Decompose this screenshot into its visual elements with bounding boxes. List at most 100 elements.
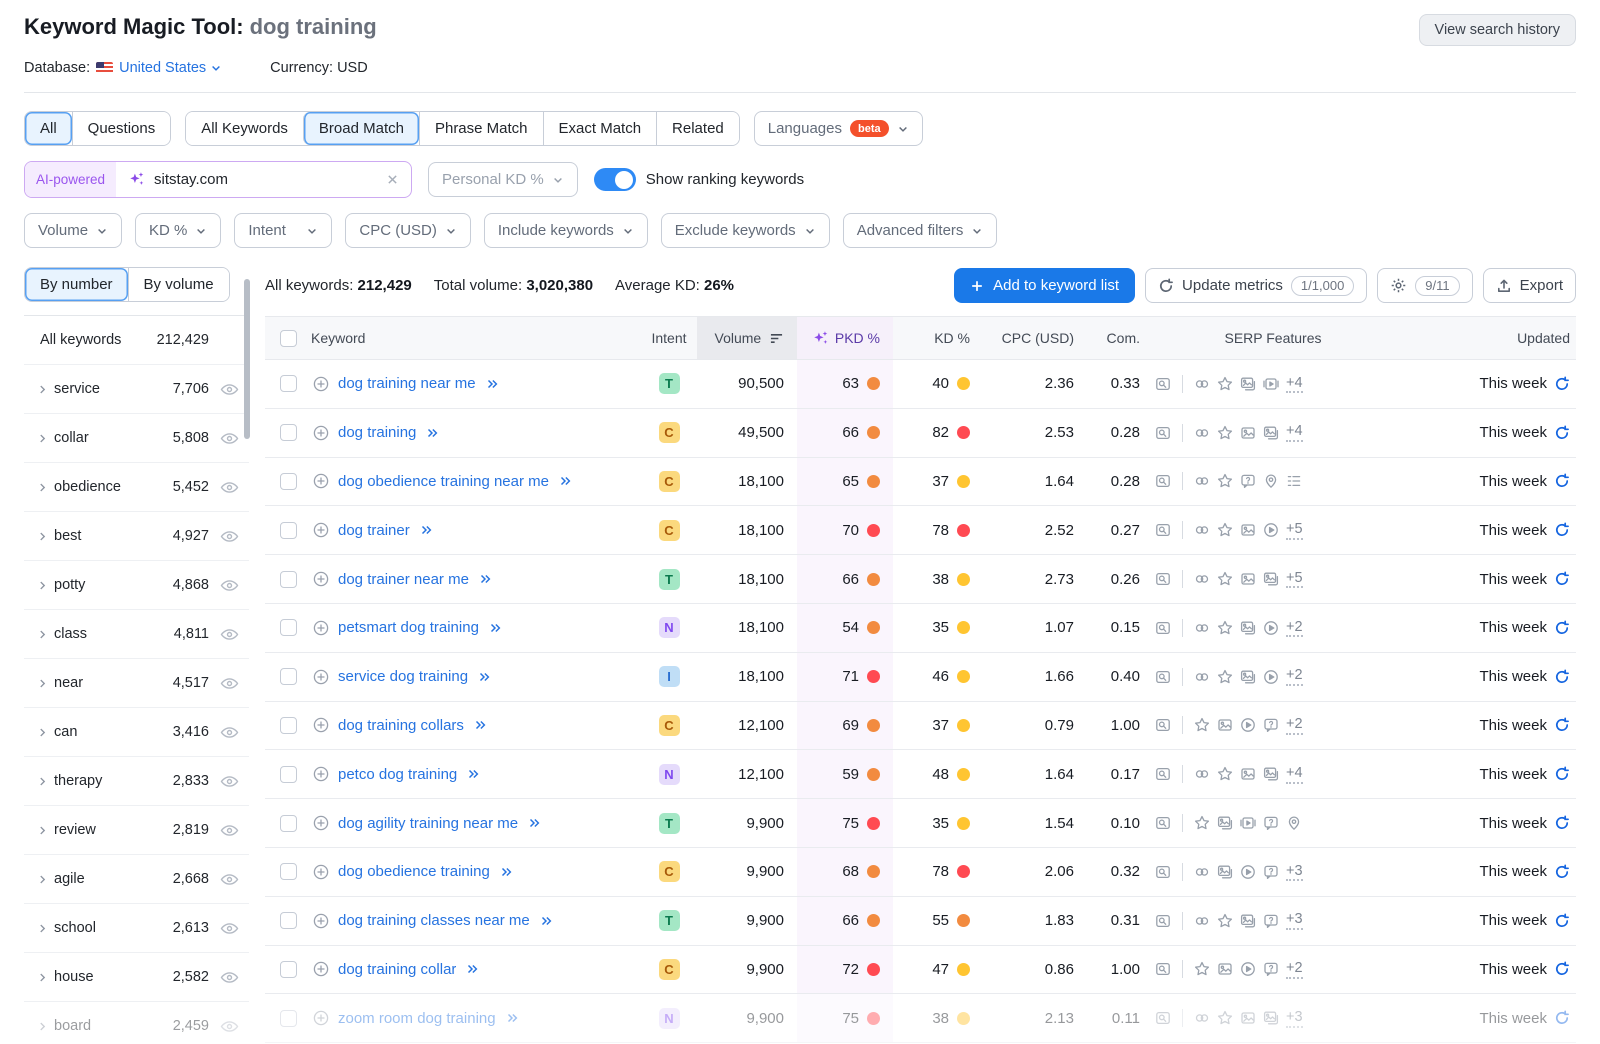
add-keyword-icon[interactable]: [313, 717, 329, 733]
open-keyword-icon[interactable]: [419, 523, 433, 537]
refresh-icon[interactable]: [1554, 522, 1570, 538]
serp-preview-icon[interactable]: [1155, 766, 1171, 782]
keyword-group-row[interactable]: agile2,668: [24, 855, 249, 904]
settings-button[interactable]: 9/11: [1377, 268, 1472, 303]
keyword-group-row[interactable]: therapy2,833: [24, 757, 249, 806]
eye-icon[interactable]: [209, 578, 249, 593]
keyword-link[interactable]: service dog training: [338, 668, 468, 685]
eye-icon[interactable]: [209, 529, 249, 544]
select-all-checkbox[interactable]: [280, 330, 297, 347]
serp-preview-icon[interactable]: [1155, 815, 1171, 831]
eye-icon[interactable]: [209, 823, 249, 838]
serp-preview-icon[interactable]: [1155, 376, 1171, 392]
keyword-link[interactable]: zoom room dog training: [338, 1010, 496, 1027]
tab-all-keywords[interactable]: All Keywords: [186, 112, 303, 145]
row-checkbox[interactable]: [280, 912, 297, 929]
keyword-group-row[interactable]: collar5,808: [24, 414, 249, 463]
add-keyword-icon[interactable]: [313, 766, 329, 782]
serp-preview-icon[interactable]: [1155, 571, 1171, 587]
refresh-icon[interactable]: [1554, 376, 1570, 392]
eye-icon[interactable]: [209, 382, 249, 397]
tab-all[interactable]: All: [25, 112, 72, 145]
show-ranking-keywords-toggle[interactable]: [594, 168, 636, 191]
eye-icon[interactable]: [209, 627, 249, 642]
tab-broad-match[interactable]: Broad Match: [303, 112, 419, 145]
eye-icon[interactable]: [209, 921, 249, 936]
search-input[interactable]: sitstay.com: [116, 171, 411, 188]
group-label[interactable]: agile: [54, 871, 151, 887]
refresh-icon[interactable]: [1554, 864, 1570, 880]
serp-preview-icon[interactable]: [1155, 717, 1171, 733]
add-keyword-icon[interactable]: [313, 669, 329, 685]
group-label[interactable]: house: [54, 969, 151, 985]
refresh-icon[interactable]: [1554, 620, 1570, 636]
refresh-icon[interactable]: [1554, 815, 1570, 831]
tab-phrase-match[interactable]: Phrase Match: [419, 112, 543, 145]
col-com[interactable]: Com.: [1087, 317, 1153, 359]
keyword-link[interactable]: petco dog training: [338, 766, 457, 783]
keyword-group-row[interactable]: can3,416: [24, 708, 249, 757]
keyword-link[interactable]: dog trainer: [338, 522, 410, 539]
filter-volume[interactable]: Volume: [24, 213, 122, 248]
serp-preview-icon[interactable]: [1155, 864, 1171, 880]
database-select[interactable]: United States: [119, 60, 222, 76]
keyword-group-row[interactable]: potty4,868: [24, 561, 249, 610]
row-checkbox[interactable]: [280, 668, 297, 685]
serp-more-count[interactable]: +2: [1286, 619, 1303, 638]
search-value[interactable]: sitstay.com: [154, 171, 377, 188]
eye-icon[interactable]: [209, 676, 249, 691]
row-checkbox[interactable]: [280, 1010, 297, 1027]
keyword-link[interactable]: petsmart dog training: [338, 619, 479, 636]
add-keyword-icon[interactable]: [313, 522, 329, 538]
group-label[interactable]: obedience: [54, 479, 151, 495]
group-label[interactable]: class: [54, 626, 151, 642]
add-keyword-icon[interactable]: [313, 815, 329, 831]
open-keyword-icon[interactable]: [466, 767, 480, 781]
group-label[interactable]: review: [54, 822, 151, 838]
refresh-icon[interactable]: [1554, 913, 1570, 929]
serp-more-count[interactable]: +5: [1286, 570, 1303, 589]
open-keyword-icon[interactable]: [485, 377, 499, 391]
serp-more-count[interactable]: +2: [1286, 667, 1303, 686]
filter-kd-[interactable]: KD %: [135, 213, 221, 248]
serp-preview-icon[interactable]: [1155, 473, 1171, 489]
serp-preview-icon[interactable]: [1155, 522, 1171, 538]
keyword-group-row[interactable]: obedience5,452: [24, 463, 249, 512]
serp-more-count[interactable]: +4: [1286, 375, 1303, 394]
keyword-group-row[interactable]: service7,706: [24, 365, 249, 414]
open-keyword-icon[interactable]: [505, 1011, 519, 1025]
serp-more-count[interactable]: +3: [1286, 911, 1303, 930]
sidebar-tab-by-volume[interactable]: By volume: [128, 268, 229, 301]
eye-icon[interactable]: [209, 872, 249, 887]
keyword-link[interactable]: dog obedience training: [338, 863, 490, 880]
keyword-link[interactable]: dog training classes near me: [338, 912, 530, 929]
open-keyword-icon[interactable]: [425, 426, 439, 440]
keyword-link[interactable]: dog training: [338, 424, 416, 441]
open-keyword-icon[interactable]: [478, 572, 492, 586]
add-to-keyword-list-button[interactable]: Add to keyword list: [954, 268, 1135, 303]
group-label[interactable]: can: [54, 724, 151, 740]
row-checkbox[interactable]: [280, 961, 297, 978]
keyword-group-row[interactable]: review2,819: [24, 806, 249, 855]
open-keyword-icon[interactable]: [473, 718, 487, 732]
serp-preview-icon[interactable]: [1155, 425, 1171, 441]
serp-more-count[interactable]: +2: [1286, 716, 1303, 735]
add-keyword-icon[interactable]: [313, 913, 329, 929]
all-keywords-row[interactable]: All keywords 212,429: [24, 316, 249, 365]
sidebar-tab-by-number[interactable]: By number: [25, 268, 128, 301]
eye-icon[interactable]: [209, 480, 249, 495]
group-label[interactable]: potty: [54, 577, 151, 593]
keyword-link[interactable]: dog agility training near me: [338, 815, 518, 832]
refresh-icon[interactable]: [1554, 473, 1570, 489]
keyword-group-row[interactable]: board2,459: [24, 1002, 249, 1044]
update-metrics-button[interactable]: Update metrics 1/1,000: [1145, 268, 1367, 303]
col-updated[interactable]: Updated: [1393, 317, 1576, 359]
keyword-group-row[interactable]: class4,811: [24, 610, 249, 659]
col-volume[interactable]: Volume: [697, 317, 797, 359]
keyword-link[interactable]: dog training collar: [338, 961, 456, 978]
export-button[interactable]: Export: [1483, 268, 1576, 303]
eye-icon[interactable]: [209, 970, 249, 985]
open-keyword-icon[interactable]: [488, 621, 502, 635]
open-keyword-icon[interactable]: [465, 962, 479, 976]
refresh-icon[interactable]: [1554, 669, 1570, 685]
